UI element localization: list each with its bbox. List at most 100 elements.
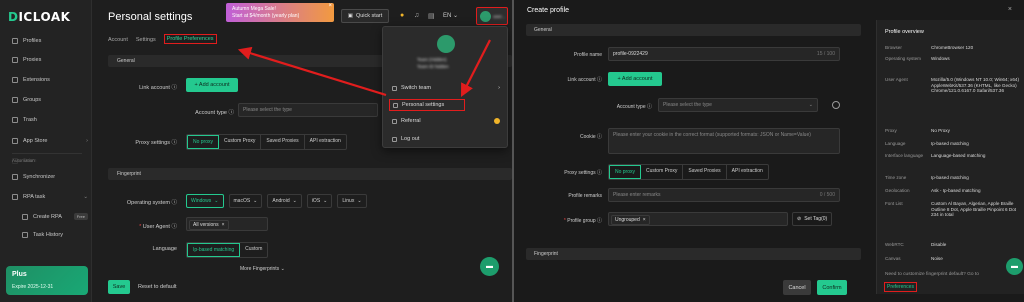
coin-icon[interactable]: ● bbox=[400, 12, 404, 19]
profile-overview-panel: Profile overview Browser ChromeBrowser 12… bbox=[876, 20, 1024, 294]
fingerprint-section-header[interactable]: Fingerprint bbox=[526, 248, 861, 260]
close-icon[interactable]: × bbox=[1008, 6, 1012, 13]
bell-icon[interactable]: ♫ bbox=[414, 12, 419, 19]
switch-team-icon bbox=[392, 85, 397, 91]
chat-support-icon[interactable]: ▬ bbox=[1006, 258, 1023, 275]
preferences-link[interactable]: Preferences bbox=[884, 282, 917, 292]
chevron-right-icon: › bbox=[498, 85, 500, 91]
menu-personal-settings[interactable]: Personal settings bbox=[389, 99, 465, 111]
profiles-icon bbox=[12, 38, 18, 44]
user-avatar-button[interactable]: user... bbox=[476, 7, 508, 25]
profile-group-select[interactable]: Ungrouped × bbox=[608, 212, 788, 226]
create-rpa-icon bbox=[22, 213, 28, 220]
language-selector[interactable]: EN ⌄ bbox=[443, 12, 458, 19]
personal-settings-window: DICLOAK Profiles Proxies Extensions Grou… bbox=[0, 0, 512, 302]
sidebar: DICLOAK Profiles Proxies Extensions Grou… bbox=[0, 0, 92, 302]
confirm-button[interactable]: Confirm bbox=[817, 280, 847, 295]
more-fingerprints-toggle[interactable]: More Fingerprints ⌄ bbox=[240, 266, 285, 272]
overview-row-canvas: Canvas Noise bbox=[885, 256, 943, 261]
add-account-button[interactable]: + Add account bbox=[608, 72, 662, 86]
sidebar-item-profiles[interactable]: Profiles bbox=[12, 38, 88, 44]
more-icon[interactable] bbox=[832, 101, 840, 109]
extensions-icon bbox=[12, 77, 18, 83]
sidebar-item-proxies[interactable]: Proxies bbox=[12, 57, 88, 63]
overview-row-user-agent: User Agent Mozilla/5.0 (Windows NT 10.0; … bbox=[885, 77, 1019, 94]
chevron-right-icon: › bbox=[86, 138, 88, 144]
fingerprint-section-header[interactable]: Fingerprint bbox=[108, 168, 512, 180]
proxy-option-api[interactable]: API extraction bbox=[727, 165, 768, 179]
os-macos[interactable]: macOS ⌄ bbox=[228, 194, 263, 208]
proxy-settings-label: Proxy settings ⓘ bbox=[135, 140, 177, 146]
proxy-option-no-proxy[interactable]: No proxy bbox=[609, 165, 642, 179]
user-agent-select[interactable]: All versions × bbox=[186, 217, 268, 231]
menu-switch-team[interactable]: Switch team › bbox=[389, 83, 503, 93]
os-linux[interactable]: Linux ⌄ bbox=[337, 194, 367, 208]
menu-referral[interactable]: Referral bbox=[389, 116, 503, 126]
plan-card[interactable]: Plus Expire 2025-12-31 bbox=[6, 266, 88, 295]
doc-icon[interactable]: ▤ bbox=[428, 12, 435, 20]
proxy-option-saved[interactable]: Saved Proxies bbox=[261, 135, 305, 149]
cookie-textarea[interactable]: Please enter your cookie in the correct … bbox=[608, 128, 840, 154]
general-section-header[interactable]: General bbox=[526, 24, 861, 36]
os-windows[interactable]: Windows ⌄ bbox=[186, 194, 224, 208]
reset-default-button[interactable]: Reset to default bbox=[138, 284, 177, 290]
os-android[interactable]: Android ⌄ bbox=[267, 194, 302, 208]
user-agent-chip: All versions × bbox=[189, 220, 229, 230]
close-icon[interactable]: × bbox=[328, 3, 332, 10]
proxy-option-saved[interactable]: Saved Proxies bbox=[683, 165, 727, 179]
account-type-select[interactable]: Please select the type ⌄ bbox=[658, 98, 818, 112]
tab-settings[interactable]: Settings bbox=[136, 37, 156, 44]
tab-profile-preferences[interactable]: Profile Preferences bbox=[163, 34, 217, 44]
menu-log-out[interactable]: Log out bbox=[389, 134, 503, 144]
overview-row-font-list: Font List Custom Al Bayan, Algerian, Appl… bbox=[885, 201, 1017, 218]
link-account-label: Link account ⓘ bbox=[567, 77, 602, 83]
tab-account[interactable]: Account bbox=[108, 37, 128, 44]
proxy-option-api[interactable]: API extraction bbox=[305, 135, 346, 149]
referral-icon bbox=[392, 118, 397, 124]
sidebar-item-groups[interactable]: Groups bbox=[12, 97, 88, 103]
chat-support-icon[interactable]: ▬ bbox=[480, 257, 499, 276]
profile-name-input[interactable]: profile-0922429 15 / 100 bbox=[608, 47, 840, 61]
chevron-down-icon: ⌄ bbox=[83, 194, 88, 200]
promo-line-2: Start at $4/month (yearly plan) bbox=[232, 12, 300, 19]
set-tag-button[interactable]: ⊘ Set Tag(0) bbox=[792, 212, 833, 226]
proxy-option-custom[interactable]: Custom Proxy bbox=[219, 135, 262, 149]
user-agent-label: * User Agent ⓘ bbox=[139, 224, 177, 230]
free-badge: Free bbox=[73, 213, 88, 220]
overview-row-time-zone: Time zone Ip-based matching bbox=[885, 175, 969, 180]
account-type-label: Account type ⓘ bbox=[616, 104, 652, 110]
quick-start-button[interactable]: ▣ Quick start bbox=[341, 9, 389, 23]
overview-row-language: Language Ip-based matching bbox=[885, 141, 969, 146]
add-account-button[interactable]: + Add account bbox=[186, 78, 238, 92]
page-title: Personal settings bbox=[108, 11, 193, 23]
log-out-icon bbox=[392, 136, 397, 142]
sidebar-item-rpa-task[interactable]: RPA task ⌄ bbox=[12, 194, 88, 200]
language-ip-based[interactable]: Ip-based matching bbox=[187, 243, 241, 257]
os-ios[interactable]: iOS ⌄ bbox=[306, 194, 333, 208]
proxy-option-custom[interactable]: Custom Proxy bbox=[641, 165, 684, 179]
save-button[interactable]: Save bbox=[108, 280, 130, 294]
account-type-label: Account type ⓘ bbox=[195, 110, 234, 116]
app-logo: DICLOAK bbox=[8, 10, 71, 24]
proxy-option-no-proxy[interactable]: No proxy bbox=[187, 135, 220, 149]
create-profile-title: Create profile bbox=[527, 7, 570, 14]
promo-banner[interactable]: Autumn Mega Sale! Start at $4/month (yea… bbox=[226, 3, 334, 22]
create-profile-window: Create profile × General Profile name pr… bbox=[512, 0, 1024, 302]
menu-team-id: Team ID hidden bbox=[417, 64, 449, 69]
sidebar-item-extensions[interactable]: Extensions bbox=[12, 77, 88, 83]
sidebar-item-app-store[interactable]: App Store › bbox=[12, 138, 88, 144]
overview-row-interface-language: Interface language Language-based matchin… bbox=[885, 153, 986, 158]
menu-avatar bbox=[437, 35, 455, 53]
tag-icon: ⊘ bbox=[797, 216, 802, 222]
os-options: Windows ⌄ macOS ⌄ Android ⌄ iOS ⌄ Linux ⌄ bbox=[186, 194, 367, 208]
language-custom[interactable]: Custom bbox=[240, 243, 267, 257]
sidebar-item-task-history[interactable]: Task History bbox=[22, 232, 88, 238]
cancel-button[interactable]: Cancel bbox=[783, 280, 811, 295]
sidebar-item-synchronizer[interactable]: Synchronizer bbox=[12, 174, 88, 180]
proxy-settings-label: Proxy settings ⓘ bbox=[564, 170, 602, 176]
sidebar-item-trash[interactable]: Trash bbox=[12, 117, 88, 123]
automation-heading: Automation bbox=[12, 158, 35, 163]
profile-remarks-input[interactable]: Please enter remarks 0 / 500 bbox=[608, 188, 840, 202]
account-type-select[interactable]: Please select the type bbox=[238, 103, 378, 117]
sidebar-item-create-rpa[interactable]: Create RPA Free bbox=[22, 213, 88, 220]
